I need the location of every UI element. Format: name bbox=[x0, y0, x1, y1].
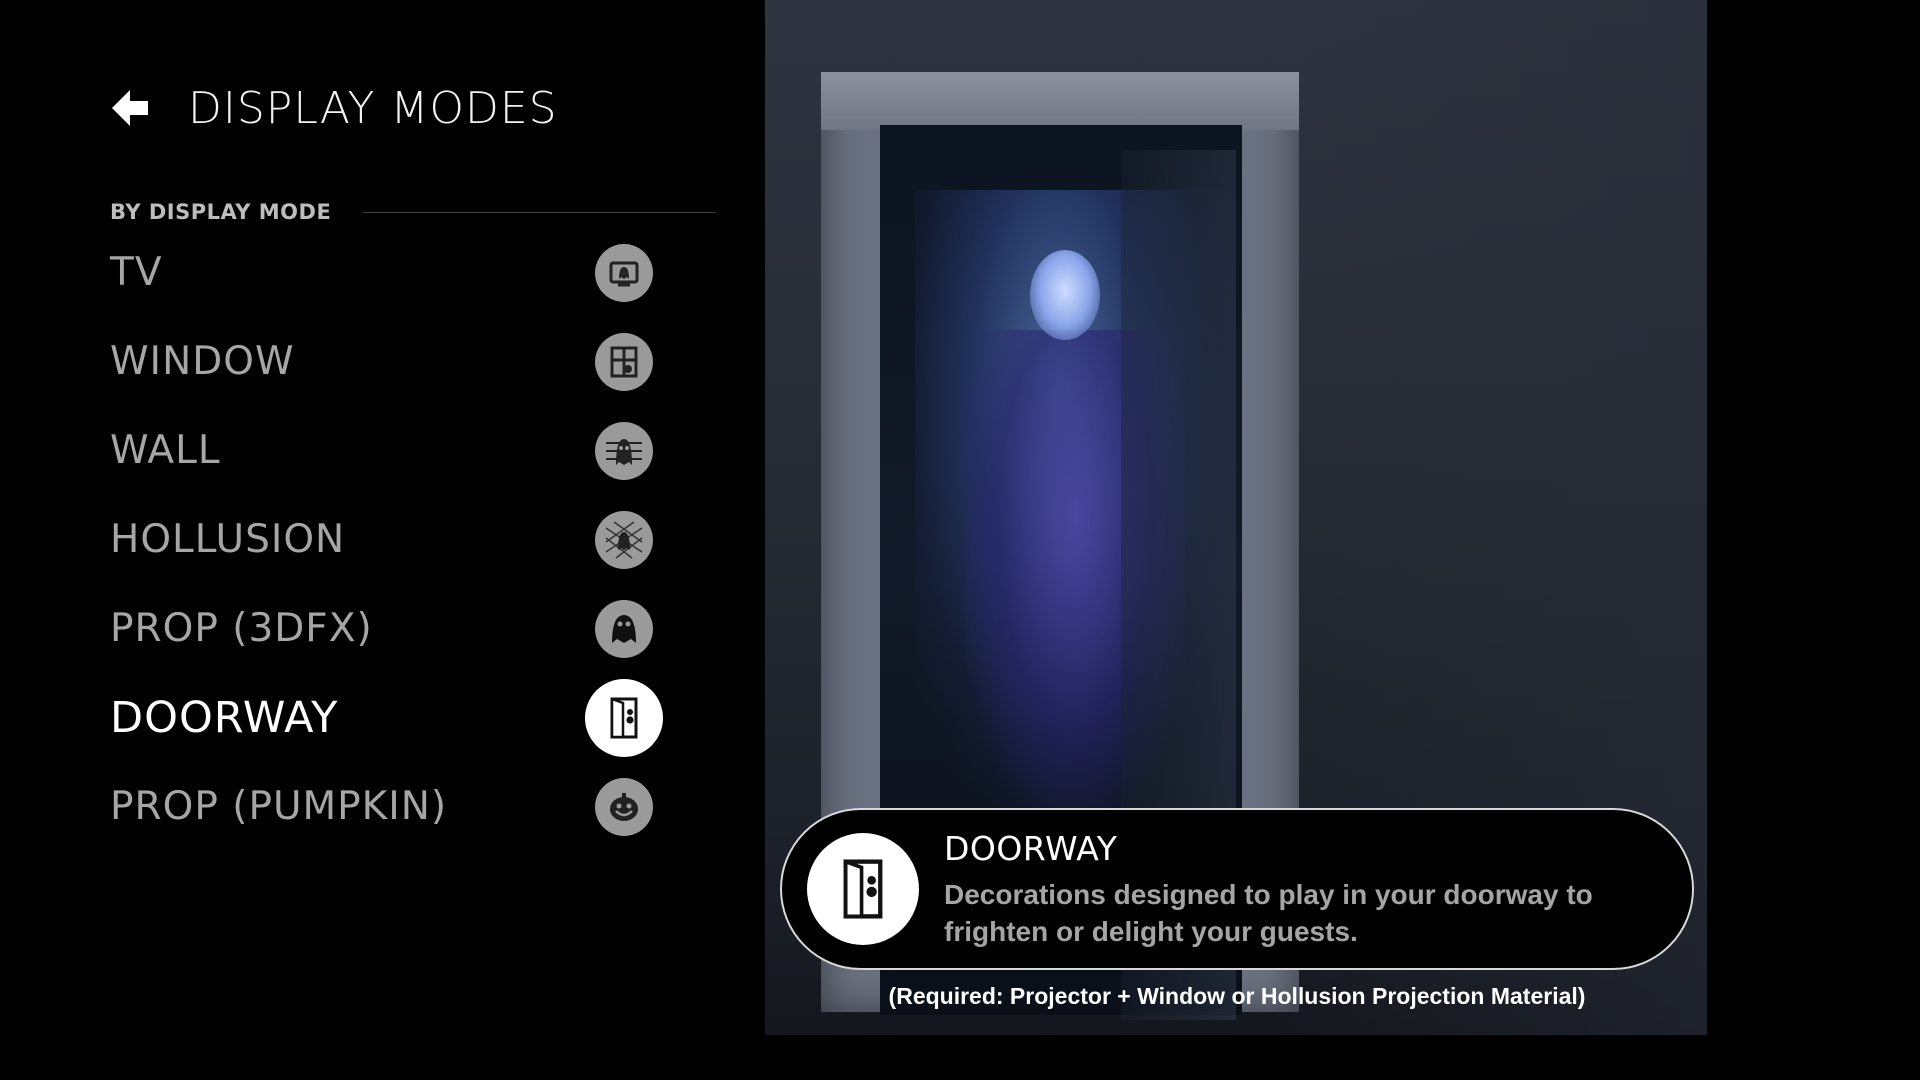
mode-label: WINDOW bbox=[110, 339, 295, 384]
mode-info-card: DOORWAY Decorations designed to play in … bbox=[780, 808, 1694, 970]
hollusion-mesh-icon bbox=[595, 510, 653, 569]
ghost-prop-icon bbox=[595, 599, 653, 658]
header: DISPLAY MODES bbox=[108, 80, 558, 136]
info-title: DOORWAY bbox=[944, 828, 1118, 868]
mode-label: HOLLUSION bbox=[110, 517, 346, 562]
section-label: BY DISPLAY MODE bbox=[110, 200, 332, 224]
door-frame-header bbox=[821, 72, 1299, 130]
mode-item-doorway[interactable]: DOORWAY bbox=[110, 673, 666, 762]
wall-ghost-icon bbox=[595, 421, 653, 480]
tv-ghost-icon bbox=[595, 243, 653, 302]
mode-item-window[interactable]: WINDOW bbox=[110, 317, 666, 406]
page-title: DISPLAY MODES bbox=[188, 82, 558, 134]
mode-label: TV bbox=[110, 250, 163, 295]
back-button[interactable] bbox=[108, 82, 160, 134]
mode-label: WALL bbox=[110, 428, 221, 473]
mode-item-wall[interactable]: WALL bbox=[110, 406, 666, 495]
mode-item-prop-3dfx[interactable]: PROP (3DFX) bbox=[110, 584, 666, 673]
section-divider bbox=[363, 211, 716, 213]
mode-item-hollusion[interactable]: HOLLUSION bbox=[110, 495, 666, 584]
window-ghost-icon bbox=[595, 332, 653, 391]
doorway-icon bbox=[585, 678, 663, 757]
pumpkin-icon bbox=[595, 777, 653, 836]
mode-list: TV WINDOW WALL HOLLUSION PROP (3DFX) DOO… bbox=[110, 228, 666, 851]
mode-item-prop-pumpkin[interactable]: PROP (PUMPKIN) bbox=[110, 762, 666, 851]
section-heading: BY DISPLAY MODE bbox=[110, 200, 716, 224]
doorway-icon bbox=[807, 833, 919, 945]
requirement-note: (Required: Projector + Window or Hollusi… bbox=[888, 983, 1586, 1009]
info-description: Decorations designed to play in your doo… bbox=[944, 878, 1593, 947]
display-modes-screen: DISPLAY MODES BY DISPLAY MODE TV WINDOW bbox=[0, 0, 1920, 1080]
info-text: DOORWAY Decorations designed to play in … bbox=[944, 829, 1664, 950]
mode-label: PROP (3DFX) bbox=[110, 606, 373, 651]
ghost-head bbox=[1030, 250, 1100, 340]
mode-item-tv[interactable]: TV bbox=[110, 228, 666, 317]
mode-label: DOORWAY bbox=[110, 692, 339, 743]
back-arrow-icon bbox=[112, 90, 148, 126]
mode-label: PROP (PUMPKIN) bbox=[110, 784, 448, 829]
